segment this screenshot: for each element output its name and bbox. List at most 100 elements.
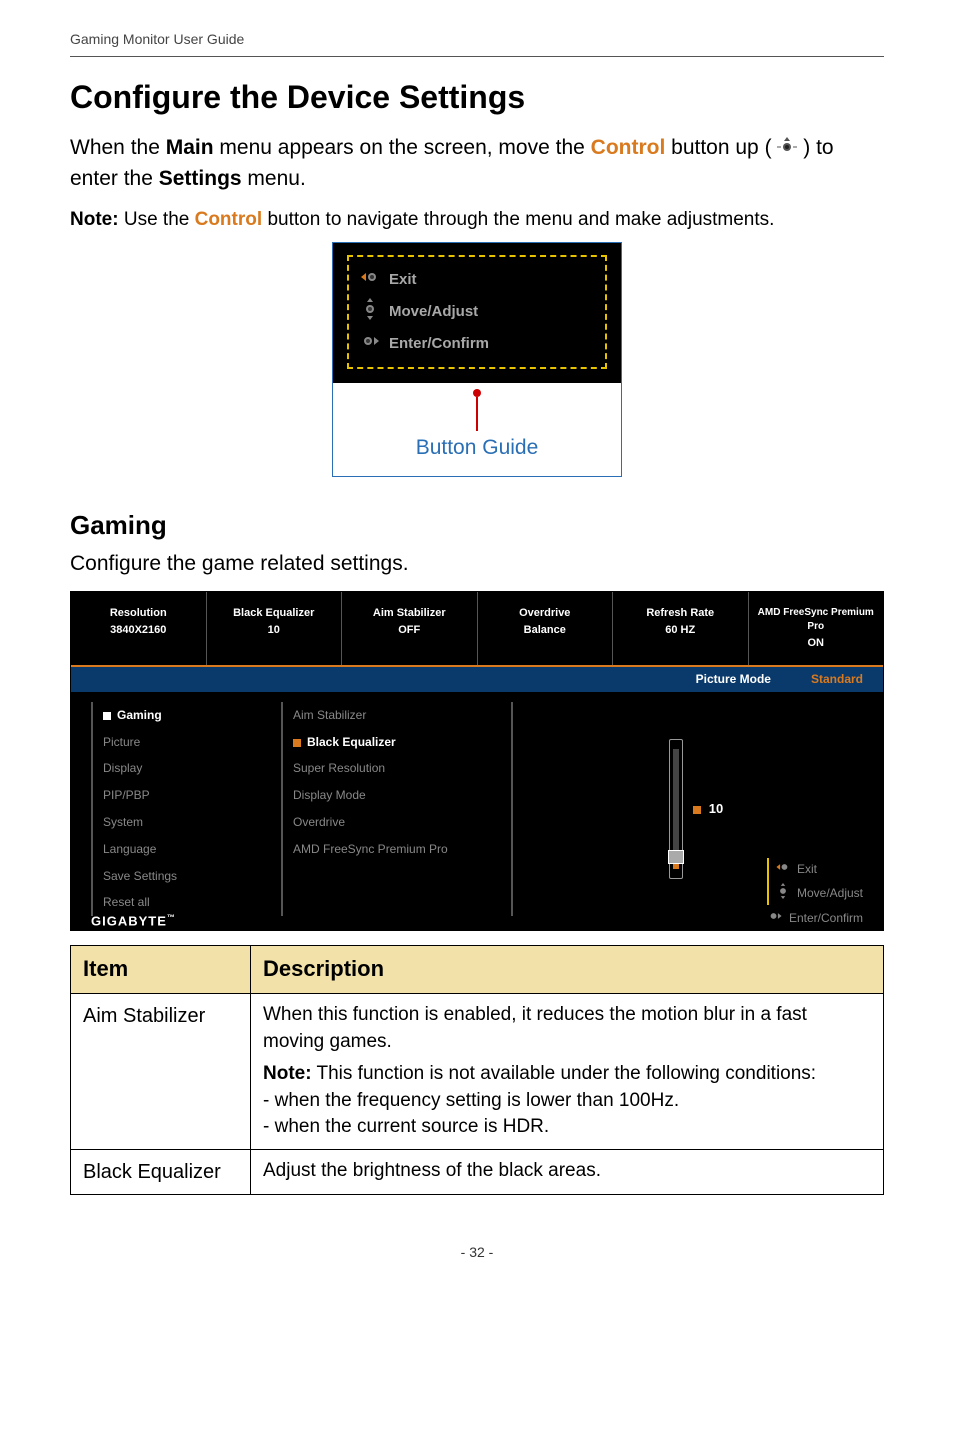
slider-track[interactable] — [673, 749, 679, 869]
menu-label: Reset all — [103, 895, 150, 909]
osd-panel: Resolution 3840X2160 Black Equalizer 10 … — [70, 591, 884, 932]
osd-body: Gaming Picture Display PIP/PBP System La… — [71, 692, 883, 930]
guide-exit-label: Exit — [389, 269, 417, 290]
status-label: Resolution — [75, 606, 202, 621]
status-label: Aim Stabilizer — [346, 606, 473, 621]
menu-item-pip-pbp[interactable]: PIP/PBP — [103, 782, 281, 809]
picture-mode-value: Standard — [811, 671, 863, 688]
table-row: Aim Stabilizer When this function is ena… — [71, 994, 884, 1150]
intro-text: menu appears on the screen, move the — [219, 136, 590, 159]
status-value: OFF — [346, 623, 473, 638]
desc-bullet: - when the frequency setting is lower th… — [263, 1088, 871, 1115]
cell-item: Black Equalizer — [71, 1150, 251, 1195]
description-table: Item Description Aim Stabilizer When thi… — [70, 945, 884, 1195]
callout-dot-icon — [473, 389, 481, 397]
menu-label: Picture — [103, 735, 140, 749]
osd-guide: Exit Move/Adjust Enter/Confirm — [767, 858, 863, 930]
brand-logo-text: GIGABYTE — [91, 913, 167, 928]
osd-picture-mode-bar: Picture Mode Standard — [71, 667, 883, 692]
guide-row-move: Move/Adjust — [359, 295, 595, 329]
callout-line-icon — [476, 397, 478, 431]
cell-description: When this function is enabled, it reduce… — [251, 994, 884, 1150]
menu-label: Display Mode — [293, 788, 366, 802]
menu-item-system[interactable]: System — [103, 809, 281, 836]
header-description: Description — [251, 946, 884, 994]
button-guide-box: Exit Move/Adjust Enter/Confirm — [332, 242, 622, 477]
button-guide-caption: Button Guide — [333, 433, 621, 462]
guide-move-label: Move/Adjust — [389, 301, 478, 322]
osd-sub-menu[interactable]: Aim Stabilizer Black Equalizer Super Res… — [281, 702, 511, 916]
osd-status-freesync: AMD FreeSync Premium Pro ON — [749, 592, 884, 665]
intro-text: button up ( — [671, 136, 771, 159]
osd-main-menu[interactable]: Gaming Picture Display PIP/PBP System La… — [91, 702, 281, 916]
menu-label: Super Resolution — [293, 761, 385, 775]
button-guide-bottom: Button Guide — [333, 383, 621, 476]
osd-guide-exit: Exit — [775, 858, 863, 881]
menu-item-save-settings[interactable]: Save Settings — [103, 863, 281, 890]
note-label: Note: — [263, 1063, 312, 1084]
slider-value-text: 10 — [709, 801, 723, 816]
submenu-super-resolution[interactable]: Super Resolution — [293, 755, 511, 782]
button-guide-figure: Exit Move/Adjust Enter/Confirm — [70, 242, 884, 477]
menu-item-picture[interactable]: Picture — [103, 729, 281, 756]
joystick-left-icon — [359, 268, 381, 292]
menu-label: Save Settings — [103, 869, 177, 883]
status-label: AMD FreeSync Premium Pro — [753, 606, 880, 634]
menu-item-gaming[interactable]: Gaming — [103, 702, 281, 729]
menu-label: Black Equalizer — [307, 735, 396, 749]
osd-status-row: Resolution 3840X2160 Black Equalizer 10 … — [71, 592, 883, 667]
desc-bullet: - when the current source is HDR. — [263, 1114, 871, 1141]
slider-value: 10 — [693, 800, 723, 818]
osd-guide-label: Enter/Confirm — [789, 910, 863, 927]
osd-guide-label: Move/Adjust — [797, 885, 863, 902]
joystick-updown-icon — [775, 883, 791, 904]
guide-row-enter: Enter/Confirm — [359, 329, 595, 359]
menu-label: Aim Stabilizer — [293, 708, 366, 722]
joystick-right-icon — [359, 332, 381, 356]
osd-guide-enter: Enter/Confirm — [767, 907, 863, 930]
submenu-black-equalizer[interactable]: Black Equalizer — [293, 729, 511, 756]
osd-guide-label: Exit — [797, 861, 817, 878]
menu-label: Overdrive — [293, 815, 345, 829]
status-value: 60 HZ — [617, 623, 744, 638]
header-item: Item — [71, 946, 251, 994]
osd-status-refresh-rate: Refresh Rate 60 HZ — [613, 592, 749, 665]
submenu-display-mode[interactable]: Display Mode — [293, 782, 511, 809]
status-value: Balance — [482, 623, 609, 638]
note-text: This function is not available under the… — [312, 1063, 817, 1084]
table-header-row: Item Description — [71, 946, 884, 994]
button-guide-dashed: Exit Move/Adjust Enter/Confirm — [347, 255, 607, 369]
desc-text: When this function is enabled, it reduce… — [263, 1002, 871, 1055]
section-intro: Configure the game related settings. — [70, 549, 884, 578]
joystick-up-icon — [777, 134, 797, 163]
page-number: - 32 - — [70, 1243, 884, 1263]
note-label: Note: — [70, 209, 119, 230]
menu-item-language[interactable]: Language — [103, 836, 281, 863]
joystick-right-icon — [767, 909, 783, 928]
osd-status-black-equalizer: Black Equalizer 10 — [207, 592, 343, 665]
brand-logo: GIGABYTE™ — [91, 912, 176, 931]
desc-note: Note: This function is not available und… — [263, 1061, 871, 1088]
note-text: button to navigate through the menu and … — [267, 209, 774, 230]
osd-status-resolution: Resolution 3840X2160 — [71, 592, 207, 665]
menu-label: Language — [103, 842, 156, 856]
picture-mode-label: Picture Mode — [696, 671, 771, 688]
submenu-overdrive[interactable]: Overdrive — [293, 809, 511, 836]
button-guide-top: Exit Move/Adjust Enter/Confirm — [333, 243, 621, 383]
menu-label: Display — [103, 761, 142, 775]
status-label: Refresh Rate — [617, 606, 744, 621]
status-value: 3840X2160 — [75, 623, 202, 638]
menu-item-display[interactable]: Display — [103, 755, 281, 782]
note-paragraph: Note: Use the Control button to navigate… — [70, 207, 884, 234]
status-label: Overdrive — [482, 606, 609, 621]
doc-title: Gaming Monitor User Guide — [70, 31, 244, 47]
menu-label: Gaming — [117, 708, 162, 722]
submenu-aim-stabilizer[interactable]: Aim Stabilizer — [293, 702, 511, 729]
intro-text: When the — [70, 136, 166, 159]
slider-thumb[interactable] — [668, 850, 684, 864]
section-heading: Gaming — [70, 507, 884, 543]
intro-text: menu. — [247, 167, 305, 190]
joystick-updown-icon — [359, 298, 381, 326]
osd-guide-move: Move/Adjust — [775, 881, 863, 906]
submenu-freesync[interactable]: AMD FreeSync Premium Pro — [293, 836, 511, 863]
